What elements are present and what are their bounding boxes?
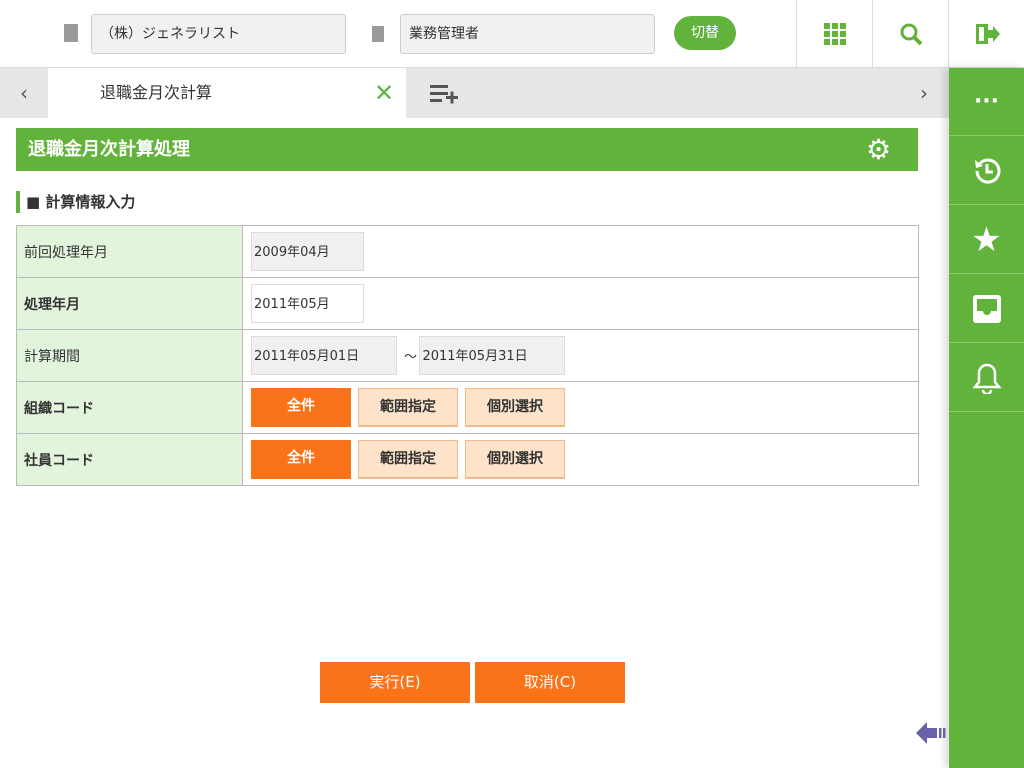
logout-button[interactable] [948, 0, 1024, 68]
prev-month-label: 前回処理年月 [16, 225, 243, 278]
more-icon: ··· [973, 88, 1000, 114]
search-button[interactable] [872, 0, 948, 68]
org-all-button[interactable]: 全件 [251, 388, 351, 427]
table-row: 社員コード 全件 範囲指定 個別選択 [16, 433, 919, 486]
logout-icon [975, 24, 1000, 44]
sidebar-favorites[interactable]: ★ [949, 206, 1024, 274]
inbox-icon [972, 294, 1001, 323]
gear-icon[interactable]: ⚙ [866, 136, 891, 164]
table-row: 前回処理年月 2009年04月 [16, 225, 919, 278]
clipboard-icon [372, 26, 384, 42]
table-row: 計算期間 2011年05月01日 ～ 2011年05月31日 [16, 329, 919, 382]
sidebar-more[interactable]: ··· [949, 68, 1024, 136]
tab-bar: ‹ 退職金月次計算 ✕ › [0, 68, 949, 118]
process-month-input[interactable]: 2011年05月 [251, 284, 364, 323]
calc-form-table: 前回処理年月 2009年04月 処理年月 2011年05月 計算期間 2011年… [16, 225, 919, 486]
company-field[interactable]: （株）ジェネラリスト [91, 14, 346, 54]
period-label: 計算期間 [16, 329, 243, 382]
execute-button[interactable]: 実行(E) [320, 662, 470, 703]
prev-month-value: 2009年04月 [251, 232, 364, 271]
playlist-add-icon [430, 85, 458, 104]
tab-label: 退職金月次計算 [100, 83, 213, 102]
table-row: 組織コード 全件 範囲指定 個別選択 [16, 381, 919, 434]
org-individual-button[interactable]: 個別選択 [465, 388, 565, 427]
page-title-bar: 退職金月次計算処理 ⚙ [16, 128, 918, 171]
header: （株）ジェネラリスト 業務管理者 切替 [0, 0, 1024, 68]
period-separator: ～ [403, 350, 417, 365]
page-title: 退職金月次計算処理 [28, 139, 190, 160]
close-tab-icon[interactable]: ✕ [374, 68, 398, 118]
building-icon [64, 24, 78, 42]
apps-grid-icon [823, 23, 846, 45]
apps-grid-button[interactable] [796, 0, 872, 68]
period-to-value: 2011年05月31日 [419, 336, 566, 375]
tab-retirement-monthly[interactable]: 退職金月次計算 [48, 68, 406, 118]
emp-all-button[interactable]: 全件 [251, 440, 351, 479]
bell-icon [971, 363, 1002, 394]
role-field[interactable]: 業務管理者 [400, 14, 655, 54]
org-range-button[interactable]: 範囲指定 [358, 388, 458, 427]
arrow-left-icon [916, 722, 946, 744]
history-icon [974, 158, 1000, 183]
process-month-label: 処理年月 [16, 277, 243, 330]
star-icon: ★ [971, 219, 1002, 260]
emp-range-button[interactable]: 範囲指定 [358, 440, 458, 479]
org-code-label: 組織コード [16, 381, 243, 434]
sidebar-history[interactable] [949, 137, 1024, 205]
emp-individual-button[interactable]: 個別選択 [465, 440, 565, 479]
cancel-button[interactable]: 取消(C) [475, 662, 625, 703]
period-from-value: 2011年05月01日 [251, 336, 397, 375]
emp-code-label: 社員コード [16, 433, 243, 486]
tab-scroll-right[interactable]: › [900, 68, 948, 118]
sidebar-notifications[interactable] [949, 344, 1024, 412]
tab-scroll-left[interactable]: ‹ [0, 68, 48, 118]
collapse-sidebar-button[interactable] [916, 722, 948, 748]
table-row: 処理年月 2011年05月 [16, 277, 919, 330]
switch-button[interactable]: 切替 [674, 16, 736, 50]
sidebar-inbox[interactable] [949, 275, 1024, 343]
right-sidebar: ··· ★ [949, 68, 1024, 768]
section-heading: ■ 計算情報入力 [16, 191, 135, 213]
add-tab-button[interactable] [430, 83, 460, 109]
search-icon [900, 23, 922, 46]
